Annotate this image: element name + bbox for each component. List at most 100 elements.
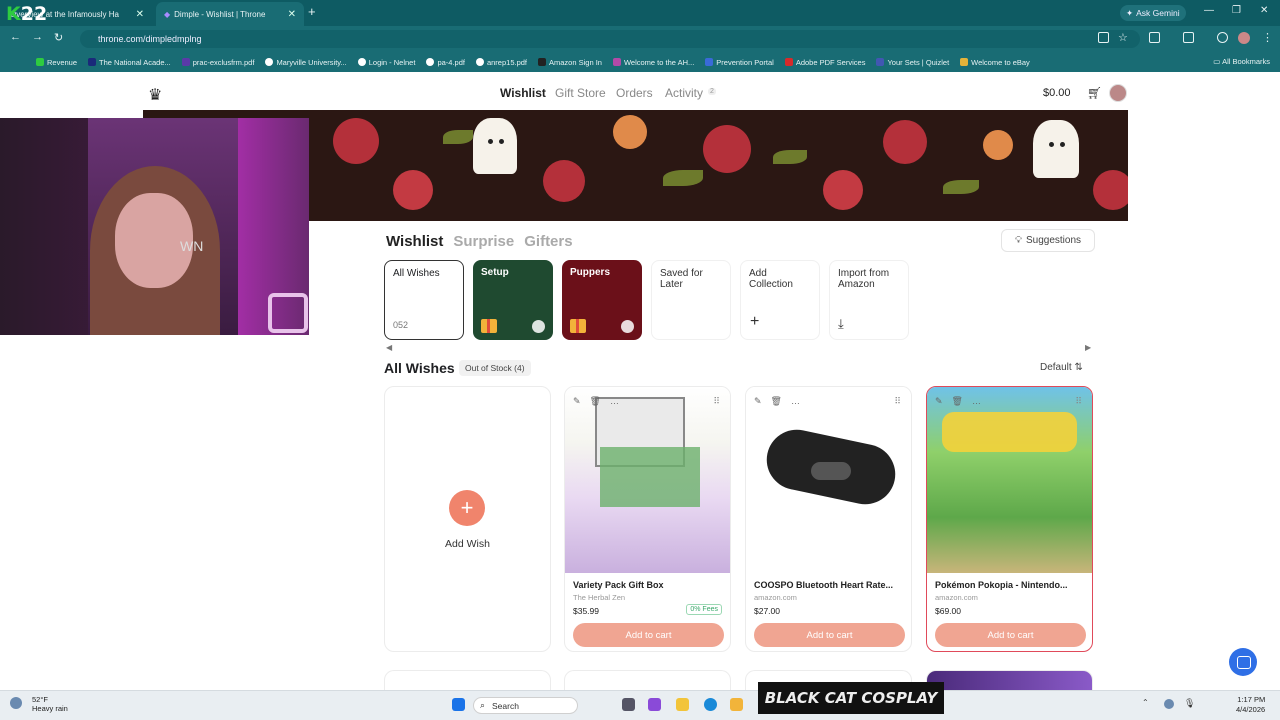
collection-saved-for-later[interactable]: Saved for Later	[651, 260, 731, 340]
add-wish-plus-icon[interactable]: +	[449, 490, 485, 526]
bookmark-item[interactable]: Revenue	[36, 58, 77, 67]
product-title[interactable]: COOSPO Bluetooth Heart Rate...	[754, 580, 893, 590]
sort-dropdown[interactable]: Default ⇅	[1040, 362, 1083, 373]
task-view-icon[interactable]	[622, 698, 635, 711]
subtab-wishlist[interactable]: Wishlist	[386, 233, 443, 250]
menu-icon[interactable]: ⋮	[1262, 31, 1273, 44]
add-to-cart-button[interactable]: Add to cart	[754, 623, 905, 647]
collection-all-wishes[interactable]: All Wishes 052	[384, 260, 464, 340]
cart-icon[interactable]: 🛒︎	[1087, 86, 1102, 100]
nav-gift-store[interactable]: Gift Store	[555, 86, 606, 100]
import-amazon-button[interactable]: Import from Amazon ⤓	[829, 260, 909, 340]
chat-support-button[interactable]	[1229, 648, 1257, 676]
bookmark-label: Welcome to eBay	[971, 57, 1030, 67]
microphone-icon[interactable]: 🎙︎	[1184, 698, 1195, 709]
bookmark-item[interactable]: Prevention Portal	[705, 58, 774, 67]
store-icon[interactable]	[730, 698, 743, 711]
wish-card-partial[interactable]	[384, 670, 551, 692]
bookmark-item[interactable]: prac-exclusfrm.pdf	[181, 58, 254, 67]
drag-handle-icon[interactable]: ⠿	[894, 396, 901, 407]
more-icon[interactable]: …	[610, 396, 619, 407]
scroll-right-icon[interactable]: ▶	[1085, 343, 1091, 352]
tray-chevron-icon[interactable]: ⌃	[1142, 698, 1149, 707]
collection-puppers[interactable]: Puppers	[562, 260, 642, 340]
tray-app-icon[interactable]	[1164, 699, 1174, 709]
wish-card[interactable]: ✎ 🗑︎ … ⠿ Pokémon Pokopia - Nintendo... ama…	[926, 386, 1093, 652]
reload-icon[interactable]: ↻	[54, 31, 63, 44]
add-to-cart-button[interactable]: Add to cart	[935, 623, 1086, 647]
subtab-surprise[interactable]: Surprise	[453, 233, 514, 250]
ask-gemini-button[interactable]: ✦ Ask Gemini	[1120, 5, 1186, 21]
folder-icon: ▭	[1213, 57, 1223, 66]
start-icon[interactable]	[452, 698, 465, 711]
scroll-left-icon[interactable]: ◀	[386, 343, 392, 352]
profile-avatar[interactable]	[1238, 32, 1250, 44]
bookmark-item[interactable]: anrep15.pdf	[475, 58, 527, 67]
suggestions-button[interactable]: 💡︎ Suggestions	[1001, 229, 1095, 252]
trash-icon[interactable]: 🗑︎	[952, 396, 963, 407]
sparkle-icon: ✦	[1126, 7, 1134, 18]
file-explorer-icon[interactable]	[676, 698, 689, 711]
url-bar[interactable]: throne.com/dimpledmplng	[80, 30, 1140, 48]
extensions-icon[interactable]	[1149, 32, 1160, 43]
product-title[interactable]: Variety Pack Gift Box	[573, 580, 664, 590]
options-icon[interactable]	[621, 320, 634, 333]
wish-card[interactable]: ✎ 🗑︎ … ⠿ Variety Pack Gift Box The Herbal …	[564, 386, 731, 652]
bookmark-item[interactable]: Your Sets | Quizlet	[876, 58, 949, 67]
throne-logo-icon[interactable]: ♛	[148, 85, 162, 105]
nav-orders[interactable]: Orders	[616, 86, 653, 100]
bookmark-star-icon[interactable]: ☆	[1118, 31, 1128, 44]
bookmark-item[interactable]: Login - Nelnet	[357, 58, 415, 67]
weather-widget[interactable]: 52°F Heavy rain	[10, 695, 68, 713]
nav-wishlist[interactable]: Wishlist	[500, 86, 546, 100]
bookmark-item[interactable]: Adobe PDF Services	[784, 58, 865, 67]
browser-tab-2[interactable]: ◆ Dimple - Wishlist | Throne ✕	[156, 2, 304, 26]
edit-icon[interactable]: ✎	[573, 396, 581, 407]
more-icon[interactable]: …	[972, 396, 981, 407]
back-icon[interactable]: ←	[10, 31, 21, 43]
bookmark-item[interactable]: Welcome to eBay	[960, 58, 1030, 67]
gift-icon	[481, 319, 497, 333]
trash-icon[interactable]: 🗑︎	[590, 396, 601, 407]
user-avatar[interactable]	[1109, 84, 1127, 102]
sidebar-icon[interactable]	[1183, 32, 1194, 43]
edge-icon[interactable]	[704, 698, 717, 711]
bookmark-item[interactable]: Amazon Sign In	[538, 58, 602, 67]
trash-icon[interactable]: 🗑︎	[771, 396, 782, 407]
edit-icon[interactable]: ✎	[935, 396, 943, 407]
bookmark-item[interactable]: Maryville University...	[265, 58, 347, 67]
all-bookmarks-button[interactable]: ▭ All Bookmarks	[1213, 57, 1270, 66]
drag-handle-icon[interactable]: ⠿	[713, 396, 720, 407]
copilot-icon[interactable]	[648, 698, 661, 711]
collection-setup[interactable]: Setup	[473, 260, 553, 340]
wish-card[interactable]: ✎ 🗑︎ … ⠿ COOSPO Bluetooth Heart Rate... am…	[745, 386, 912, 652]
more-icon[interactable]: …	[791, 396, 800, 407]
maximize-icon[interactable]: ❐	[1232, 5, 1241, 16]
bookmark-item[interactable]: Welcome to the AH...	[612, 58, 694, 67]
drag-handle-icon[interactable]: ⠿	[1075, 396, 1082, 407]
options-icon[interactable]	[532, 320, 545, 333]
bookmark-item[interactable]: pa-4.pdf	[426, 58, 465, 67]
subtab-gifters[interactable]: Gifters	[524, 233, 572, 250]
add-collection-button[interactable]: Add Collection +	[740, 260, 820, 340]
collection-label: Saved for Later	[660, 268, 703, 290]
taskbar-search[interactable]: ⌕ Search	[473, 697, 578, 714]
product-title[interactable]: Pokémon Pokopia - Nintendo...	[935, 580, 1068, 590]
download-icon: ⤓	[838, 316, 844, 331]
out-of-stock-filter[interactable]: Out of Stock (4)	[459, 360, 531, 376]
close-tab-icon[interactable]: ✕	[288, 9, 296, 20]
minimize-icon[interactable]: —	[1204, 5, 1214, 16]
nav-activity[interactable]: Activity	[665, 86, 703, 100]
add-to-cart-button[interactable]: Add to cart	[573, 623, 724, 647]
taskbar-clock[interactable]: 1:17 PM 4/4/2026	[1236, 695, 1265, 715]
close-tab-icon[interactable]: ✕	[136, 9, 144, 20]
edit-icon[interactable]: ✎	[754, 396, 762, 407]
new-tab-button[interactable]: +	[308, 4, 316, 19]
bookmark-item[interactable]: The National Acade...	[88, 58, 171, 67]
install-icon[interactable]	[1098, 32, 1109, 43]
wish-card-partial[interactable]	[564, 670, 731, 692]
close-window-icon[interactable]: ✕	[1260, 5, 1268, 16]
extension-icon[interactable]	[1217, 32, 1228, 43]
wish-card-partial[interactable]	[926, 670, 1093, 692]
forward-icon[interactable]: →	[32, 31, 43, 43]
